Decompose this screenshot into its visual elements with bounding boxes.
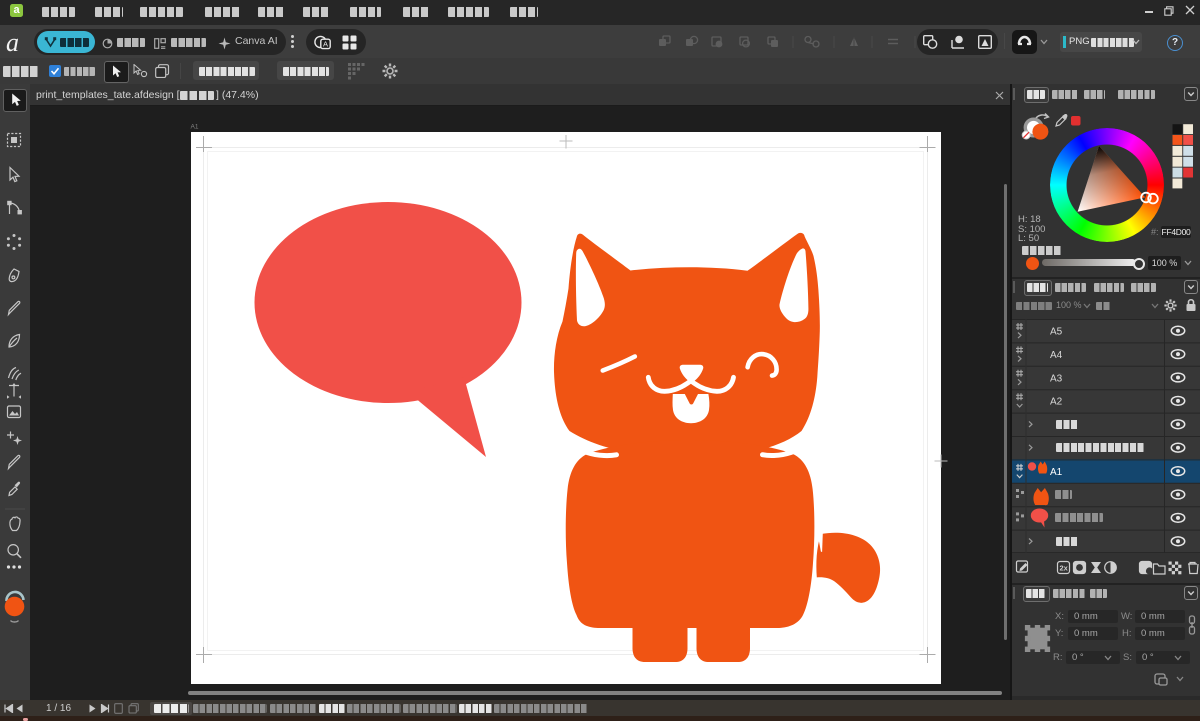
svg-text:A1: A1 <box>191 124 199 131</box>
svg-text:A: A <box>323 39 328 48</box>
svg-text:A1: A1 <box>1050 467 1063 478</box>
svg-text:A4: A4 <box>1050 350 1063 361</box>
svg-text:A3: A3 <box>1050 373 1063 384</box>
svg-text:A2: A2 <box>1050 397 1063 408</box>
svg-text:A5: A5 <box>1050 327 1063 338</box>
svg-text:2x: 2x <box>1060 564 1069 573</box>
